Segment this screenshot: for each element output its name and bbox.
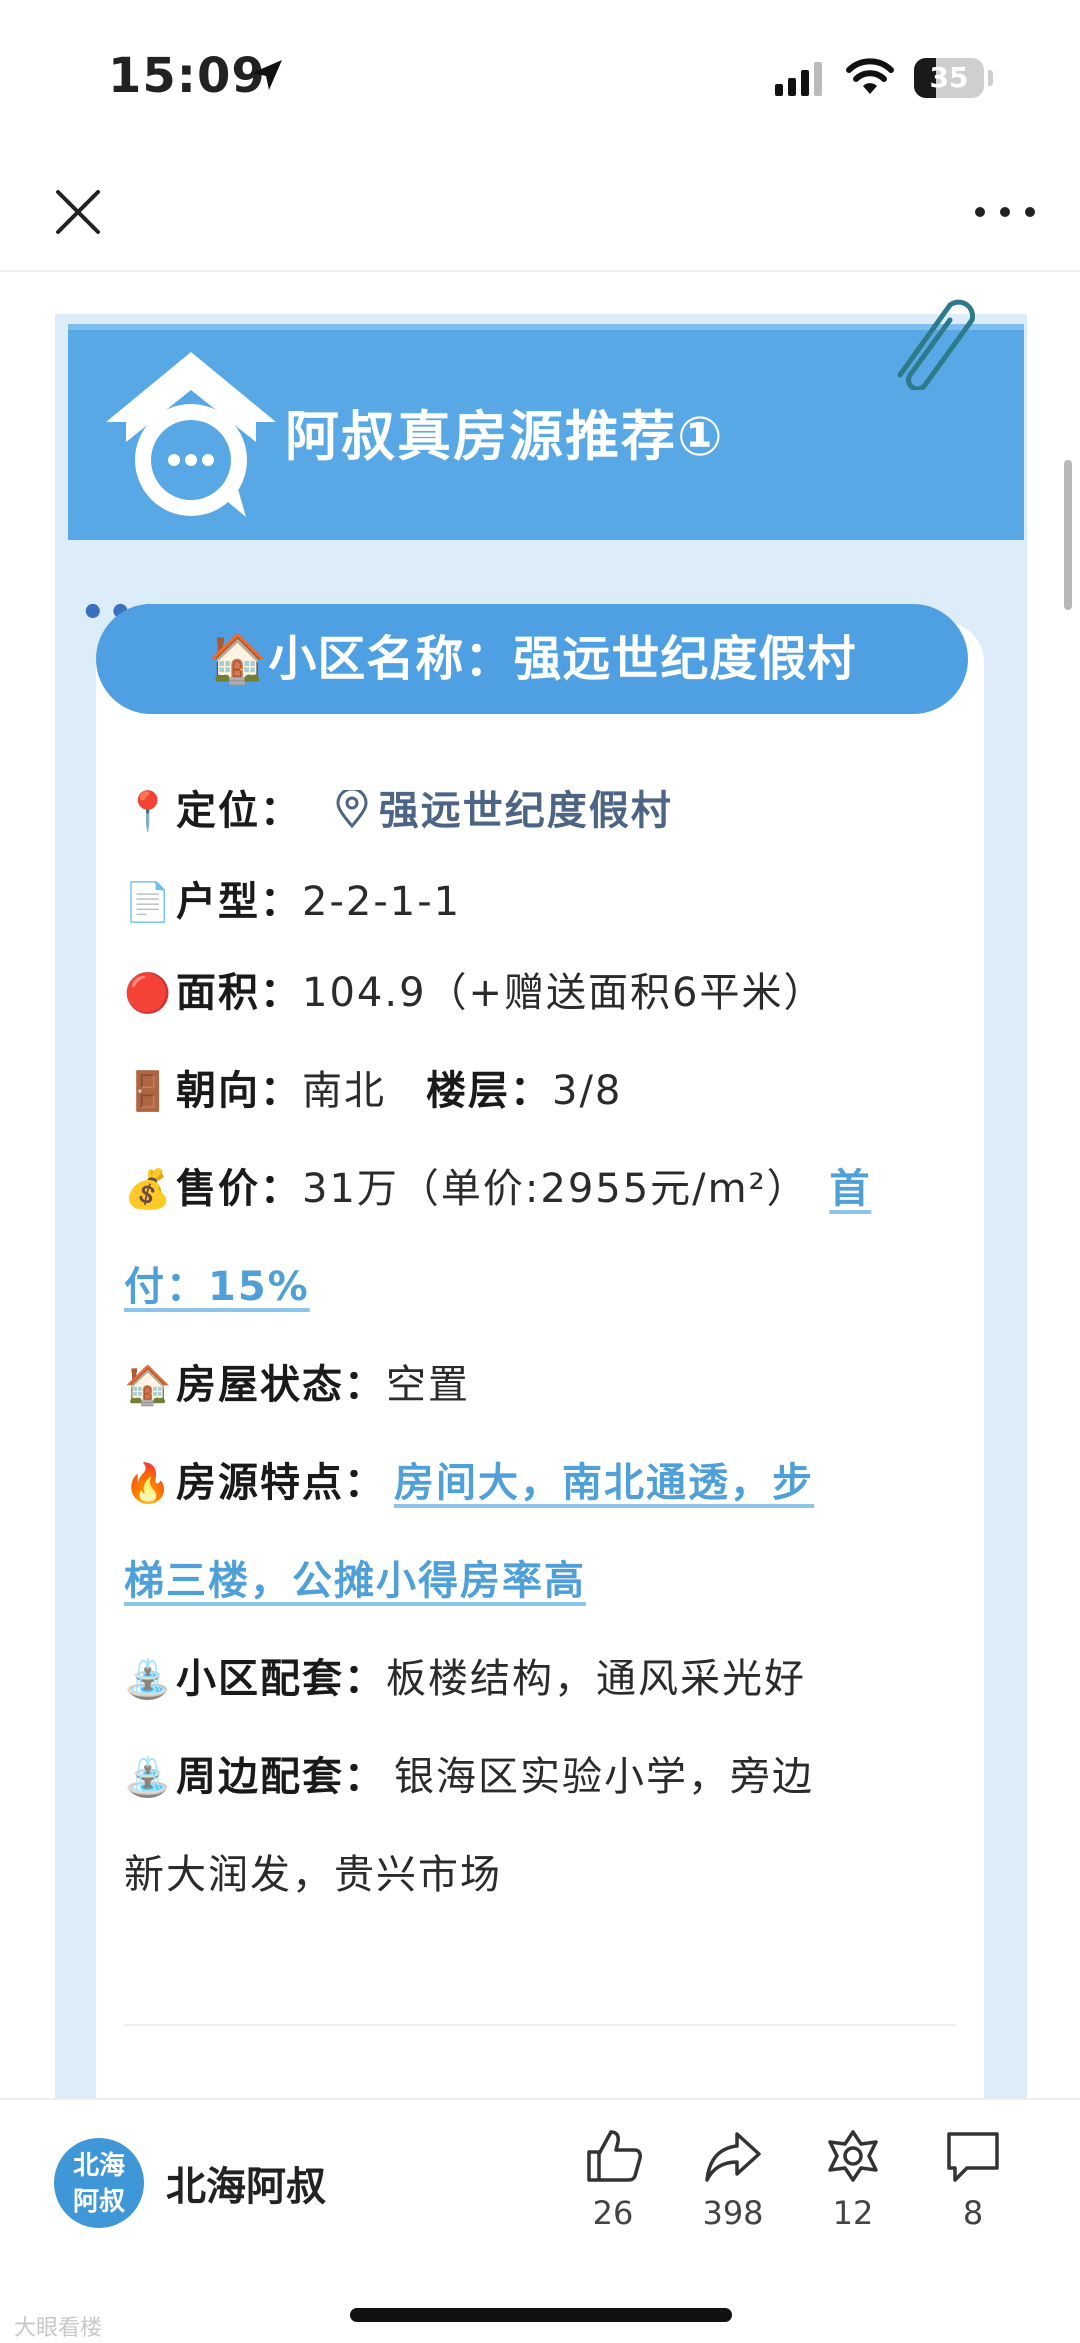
- collect-count: 12: [832, 2194, 874, 2232]
- post-content: 阿叔真房源推荐① ••• 🏠小区名称：强远世纪度假村 📍定位： 强远世纪度假村 …: [0, 272, 1080, 2098]
- floor-value: 3/8: [552, 1068, 623, 1114]
- money-bag-icon: 💰: [124, 1167, 174, 1211]
- collect-button[interactable]: 12: [808, 2128, 898, 2232]
- author-avatar[interactable]: 北海 阿叔: [54, 2138, 144, 2228]
- avatar-text-top: 北海: [72, 2151, 125, 2181]
- community-facilities-key: 小区配套：: [176, 1656, 386, 1702]
- info-row-community-facilities: ⛲小区配套：板楼结构，通风采光好: [124, 1630, 964, 1728]
- house-chat-icon: [106, 352, 276, 517]
- info-row-area: 🔴面积：104.9（+赠送面积6平米）: [124, 944, 964, 1042]
- floor-key: 楼层：: [426, 1068, 552, 1114]
- down-payment-link-part2[interactable]: 付：15%: [124, 1264, 310, 1310]
- home-indicator[interactable]: [350, 2308, 732, 2322]
- info-row-surroundings: ⛲周边配套： 银海区实验小学，旁边: [124, 1728, 964, 1826]
- info-row-price: 💰售价：31万（单价:2955元/m²） 首: [124, 1140, 964, 1238]
- location-key: 定位：: [176, 788, 302, 834]
- layout-value: 2-2-1-1: [302, 879, 462, 925]
- fountain-icon: ⛲: [124, 1755, 174, 1799]
- surroundings-key: 周边配套：: [176, 1754, 386, 1800]
- share-button[interactable]: 398: [688, 2128, 778, 2232]
- more-options-icon[interactable]: [970, 200, 1040, 224]
- thumbs-up-icon: [587, 2130, 642, 2182]
- layout-key: 户型：: [176, 879, 302, 925]
- battery-level: 35: [929, 61, 969, 94]
- features-key: 房源特点：: [176, 1460, 386, 1506]
- red-circle-icon: 🔴: [124, 971, 174, 1015]
- info-row-surroundings-cont: 新大润发，贵兴市场: [124, 1826, 964, 1924]
- price-value: 31万（单价:2955元/m²）: [302, 1166, 809, 1212]
- info-row-location: 📍定位： 强远世纪度假村: [124, 762, 964, 860]
- info-row-layout: 📄户型：2-2-1-1: [124, 860, 964, 944]
- wifi-icon: [846, 58, 894, 94]
- avatar-text-bottom: 阿叔: [72, 2187, 125, 2217]
- orientation-key: 朝向：: [176, 1068, 302, 1114]
- battery-tip: [988, 70, 993, 86]
- like-button[interactable]: 26: [568, 2128, 658, 2232]
- location-arrow-icon: [252, 60, 282, 90]
- document-icon: 📄: [124, 880, 174, 924]
- author-name[interactable]: 北海阿叔: [166, 2154, 326, 2212]
- collect-star-icon: [828, 2130, 878, 2182]
- area-key: 面积：: [176, 970, 302, 1016]
- fountain-icon: ⛲: [124, 1657, 174, 1701]
- bottom-action-bar: 北海 阿叔 北海阿叔 26 398 12 8: [0, 2098, 1080, 2343]
- features-link-line2[interactable]: 梯三楼，公摊小得房率高: [124, 1558, 586, 1604]
- share-icon: [705, 2132, 761, 2182]
- like-count: 26: [592, 2194, 634, 2232]
- map-pin-icon[interactable]: [335, 787, 369, 829]
- community-name: 🏠小区名称：强远世纪度假村: [207, 631, 857, 687]
- info-row-orientation: 🚪朝向：南北 楼层：3/8: [124, 1042, 964, 1140]
- status-key: 房屋状态：: [176, 1362, 386, 1408]
- status-bar: 15:09 35: [0, 0, 1080, 150]
- community-facilities-value: 板楼结构，通风采光好: [386, 1656, 806, 1702]
- section-divider: [124, 2024, 956, 2026]
- info-row-status: 🏠房屋状态：空置: [124, 1336, 964, 1434]
- comment-button[interactable]: 8: [928, 2128, 1018, 2232]
- header-title: 阿叔真房源推荐①: [285, 405, 725, 468]
- house-icon: 🏠: [124, 1363, 174, 1407]
- nav-bar: [0, 150, 1080, 272]
- location-link[interactable]: 强远世纪度假村: [379, 788, 673, 834]
- features-link-line1[interactable]: 房间大，南北通透，步: [394, 1460, 814, 1506]
- paperclip-icon: [897, 299, 976, 390]
- property-info: 📍定位： 强远世纪度假村 📄户型：2-2-1-1 🔴面积：104.9（+赠送面积…: [124, 762, 964, 1924]
- share-count: 398: [702, 2194, 764, 2232]
- info-row-features-cont: 梯三楼，公摊小得房率高: [124, 1532, 964, 1630]
- close-icon[interactable]: [48, 182, 108, 242]
- down-payment-link-part1[interactable]: 首: [829, 1166, 871, 1212]
- watermark: 大眼看楼: [14, 2316, 103, 2341]
- cellular-signal-icon: [775, 62, 822, 96]
- status-time: 15:09: [108, 48, 266, 104]
- pin-icon: 📍: [124, 789, 174, 833]
- comment-count: 8: [962, 2194, 984, 2232]
- surroundings-value-line1: 银海区实验小学，旁边: [394, 1754, 814, 1800]
- battery-icon: 35: [914, 58, 984, 98]
- info-row-features: 🔥房源特点： 房间大，南北通透，步: [124, 1434, 964, 1532]
- scrollbar[interactable]: [1064, 460, 1072, 610]
- fire-icon: 🔥: [124, 1461, 174, 1505]
- comment-icon: [947, 2132, 999, 2182]
- door-icon: 🚪: [124, 1069, 174, 1113]
- status-value: 空置: [386, 1362, 470, 1408]
- price-key: 售价：: [176, 1166, 302, 1212]
- info-row-down-payment: 付：15%: [124, 1238, 964, 1336]
- area-value: 104.9（+赠送面积6平米）: [302, 970, 826, 1016]
- community-name-banner: 🏠小区名称：强远世纪度假村: [96, 604, 968, 714]
- surroundings-value-line2: 新大润发，贵兴市场: [124, 1852, 502, 1898]
- orientation-value: 南北: [302, 1068, 386, 1114]
